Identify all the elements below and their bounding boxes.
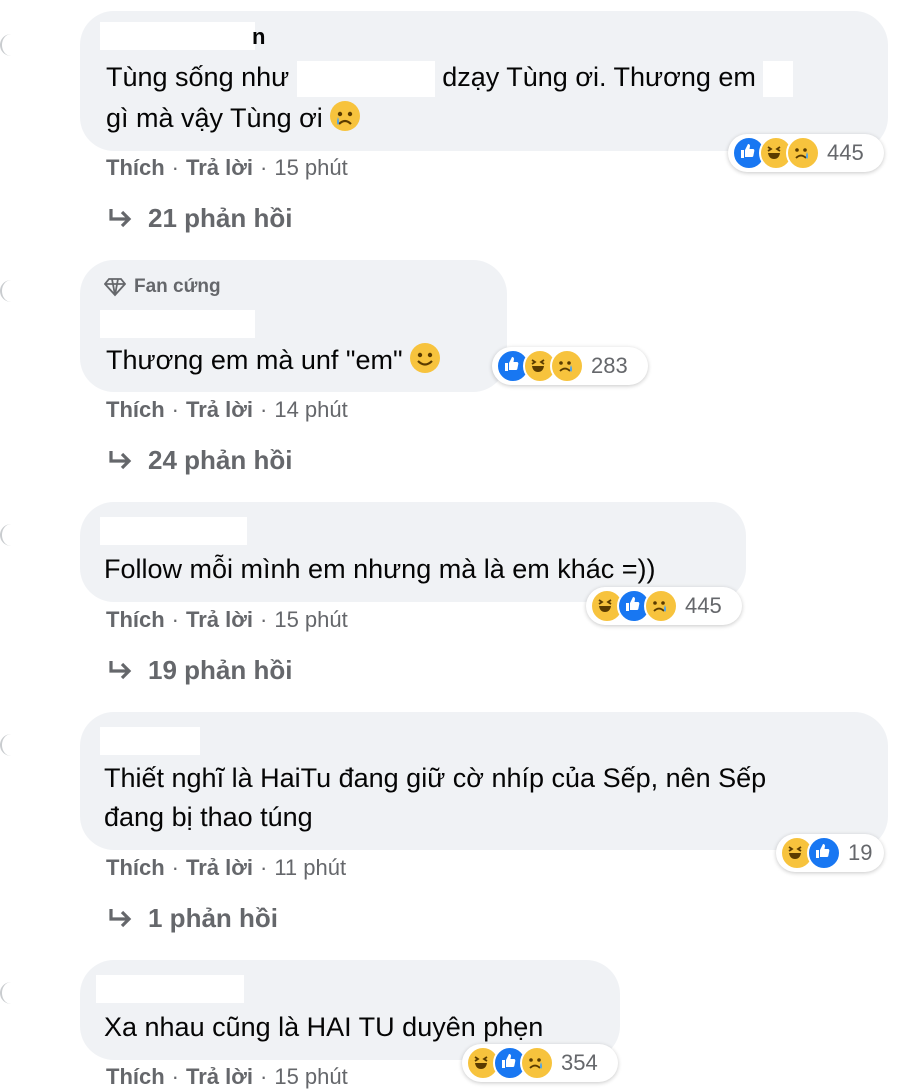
redacted-text bbox=[763, 60, 794, 97]
timestamp[interactable]: 15 phút bbox=[274, 1064, 347, 1090]
avatar[interactable] bbox=[0, 524, 14, 546]
comment-text: Thương em mà unf "em" bbox=[106, 339, 441, 381]
comment-actions: Thích · Trả lời · 14 phút bbox=[106, 397, 348, 423]
author-name-tail: n bbox=[252, 24, 266, 49]
reaction-count: 283 bbox=[591, 353, 628, 378]
view-replies[interactable]: 21 phản hồi bbox=[108, 203, 292, 234]
reaction-summary[interactable]: 19 bbox=[776, 834, 884, 872]
timestamp[interactable]: 11 phút bbox=[274, 855, 346, 881]
comment-text: Xa nhau cũng là HAI TU duyên phẹn bbox=[104, 1012, 544, 1042]
reply-action[interactable]: Trả lời bbox=[186, 397, 253, 423]
diamond-icon bbox=[104, 278, 126, 297]
author-name-redacted[interactable] bbox=[100, 517, 247, 545]
like-action[interactable]: Thích bbox=[106, 397, 165, 423]
sad-reaction-icon bbox=[644, 589, 678, 623]
top-fan-badge: Fan cứng bbox=[104, 276, 221, 298]
comment-text: Tùng sống như dzạy Tùng ơi. Thương em bbox=[106, 56, 794, 98]
reply-arrow-icon bbox=[109, 908, 132, 927]
author-name-redacted[interactable] bbox=[100, 22, 255, 50]
reply-arrow-icon bbox=[109, 660, 132, 679]
reaction-count: 19 bbox=[848, 840, 873, 865]
comment-text: Thiết nghĩ là HaiTu đang giữ cờ nhíp của… bbox=[104, 763, 767, 793]
reply-arrow-icon bbox=[109, 450, 132, 469]
replies-count: 24 phản hồi bbox=[148, 445, 293, 475]
author-name-redacted[interactable] bbox=[100, 310, 255, 338]
avatar[interactable] bbox=[0, 982, 14, 1004]
reaction-summary[interactable]: 445 bbox=[728, 134, 884, 172]
reaction-summary[interactable]: 283 bbox=[492, 347, 648, 385]
reply-action[interactable]: Trả lời bbox=[186, 855, 253, 881]
reply-action[interactable]: Trả lời bbox=[186, 607, 253, 633]
view-replies[interactable]: 24 phản hồi bbox=[108, 445, 292, 476]
reaction-count: 445 bbox=[685, 593, 722, 618]
like-action[interactable]: Thích bbox=[106, 155, 165, 181]
like-reaction-icon bbox=[807, 836, 841, 870]
timestamp[interactable]: 14 phút bbox=[274, 397, 347, 423]
view-replies[interactable]: 19 phản hồi bbox=[108, 655, 292, 686]
author-name-redacted[interactable] bbox=[100, 727, 200, 755]
reply-arrow-icon bbox=[109, 208, 132, 227]
redacted-text bbox=[296, 60, 435, 97]
view-replies[interactable]: 1 phản hồi bbox=[108, 903, 278, 934]
smile-emoji-icon bbox=[410, 343, 441, 373]
replies-count: 1 phản hồi bbox=[148, 903, 278, 933]
comment-actions: Thích · Trả lời · 15 phút bbox=[106, 607, 348, 633]
reply-action[interactable]: Trả lời bbox=[186, 1064, 253, 1090]
comment-actions: Thích · Trả lời · 15 phút bbox=[106, 1064, 348, 1090]
replies-count: 19 phản hồi bbox=[148, 655, 293, 685]
comment-actions: Thích · Trả lời · 15 phút bbox=[106, 155, 348, 181]
avatar[interactable] bbox=[0, 734, 14, 756]
comment-actions: Thích · Trả lời · 11 phút bbox=[106, 855, 347, 881]
timestamp[interactable]: 15 phút bbox=[274, 155, 347, 181]
reaction-count: 445 bbox=[827, 140, 864, 165]
sad-reaction-icon bbox=[520, 1046, 554, 1080]
reply-action[interactable]: Trả lời bbox=[186, 155, 253, 181]
like-action[interactable]: Thích bbox=[106, 607, 165, 633]
comment-text-line2: gì mà vậy Tùng ơi bbox=[106, 97, 361, 139]
sad-reaction-icon bbox=[786, 136, 820, 170]
timestamp[interactable]: 15 phút bbox=[274, 607, 347, 633]
replies-count: 21 phản hồi bbox=[148, 203, 293, 233]
crying-emoji-icon bbox=[330, 101, 361, 131]
comment-text: Follow mỗi mình em nhưng mà là em khác =… bbox=[104, 554, 656, 584]
comment-text-line2: đang bị thao túng bbox=[104, 802, 313, 832]
author-name-redacted[interactable] bbox=[96, 975, 244, 1003]
reaction-summary[interactable]: 445 bbox=[586, 587, 742, 625]
sad-reaction-icon bbox=[550, 349, 584, 383]
reaction-summary[interactable]: 354 bbox=[462, 1044, 618, 1082]
avatar[interactable] bbox=[0, 34, 14, 56]
like-action[interactable]: Thích bbox=[106, 1064, 165, 1090]
reaction-count: 354 bbox=[561, 1050, 598, 1075]
like-action[interactable]: Thích bbox=[106, 855, 165, 881]
avatar[interactable] bbox=[0, 280, 14, 302]
